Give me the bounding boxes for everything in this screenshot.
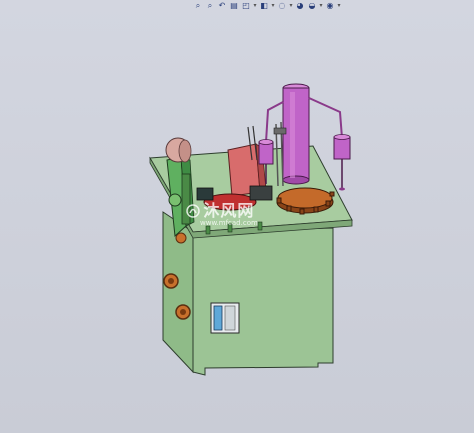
feed-gear — [168, 193, 182, 207]
wire-roller-face — [178, 139, 192, 163]
clamp-block — [196, 187, 214, 201]
guide-slider — [273, 127, 287, 135]
watermark-title: 沐风网 — [203, 201, 255, 220]
left-cylinder — [258, 141, 274, 165]
right-arm — [308, 97, 343, 139]
vertical-column — [282, 87, 310, 181]
right-cylinder-top — [333, 134, 351, 140]
watermark: 沐风网 www.mfcad.com — [186, 201, 258, 227]
column-highlight — [290, 92, 295, 178]
watermark-logo-icon — [186, 204, 200, 218]
left-arm — [265, 101, 284, 143]
watermark-url: www.mfcad.com — [200, 219, 258, 227]
column-bottom — [282, 175, 310, 185]
control-panel-display — [213, 305, 223, 331]
right-cylinder — [333, 136, 351, 160]
right-cylinder-foot — [339, 187, 345, 191]
cutter-block — [249, 185, 273, 201]
side-port-2-core — [180, 309, 186, 315]
turntable[interactable] — [277, 187, 333, 209]
left-cylinder-top — [258, 139, 274, 145]
side-port-3 — [175, 232, 187, 244]
side-port-1-core — [168, 278, 174, 284]
cad-viewport[interactable]: ⌕ ⌕ ↶ ▤ ◰ ▾ ◧ ▾ ◌ ▾ ◕ ◒ ▾ ◉ ▾ 沐风网 www.mf… — [0, 0, 474, 433]
cabinet-front — [192, 227, 334, 376]
top-post-1 — [205, 225, 211, 235]
top-post-3 — [257, 221, 263, 231]
control-panel-buttons — [224, 305, 236, 331]
